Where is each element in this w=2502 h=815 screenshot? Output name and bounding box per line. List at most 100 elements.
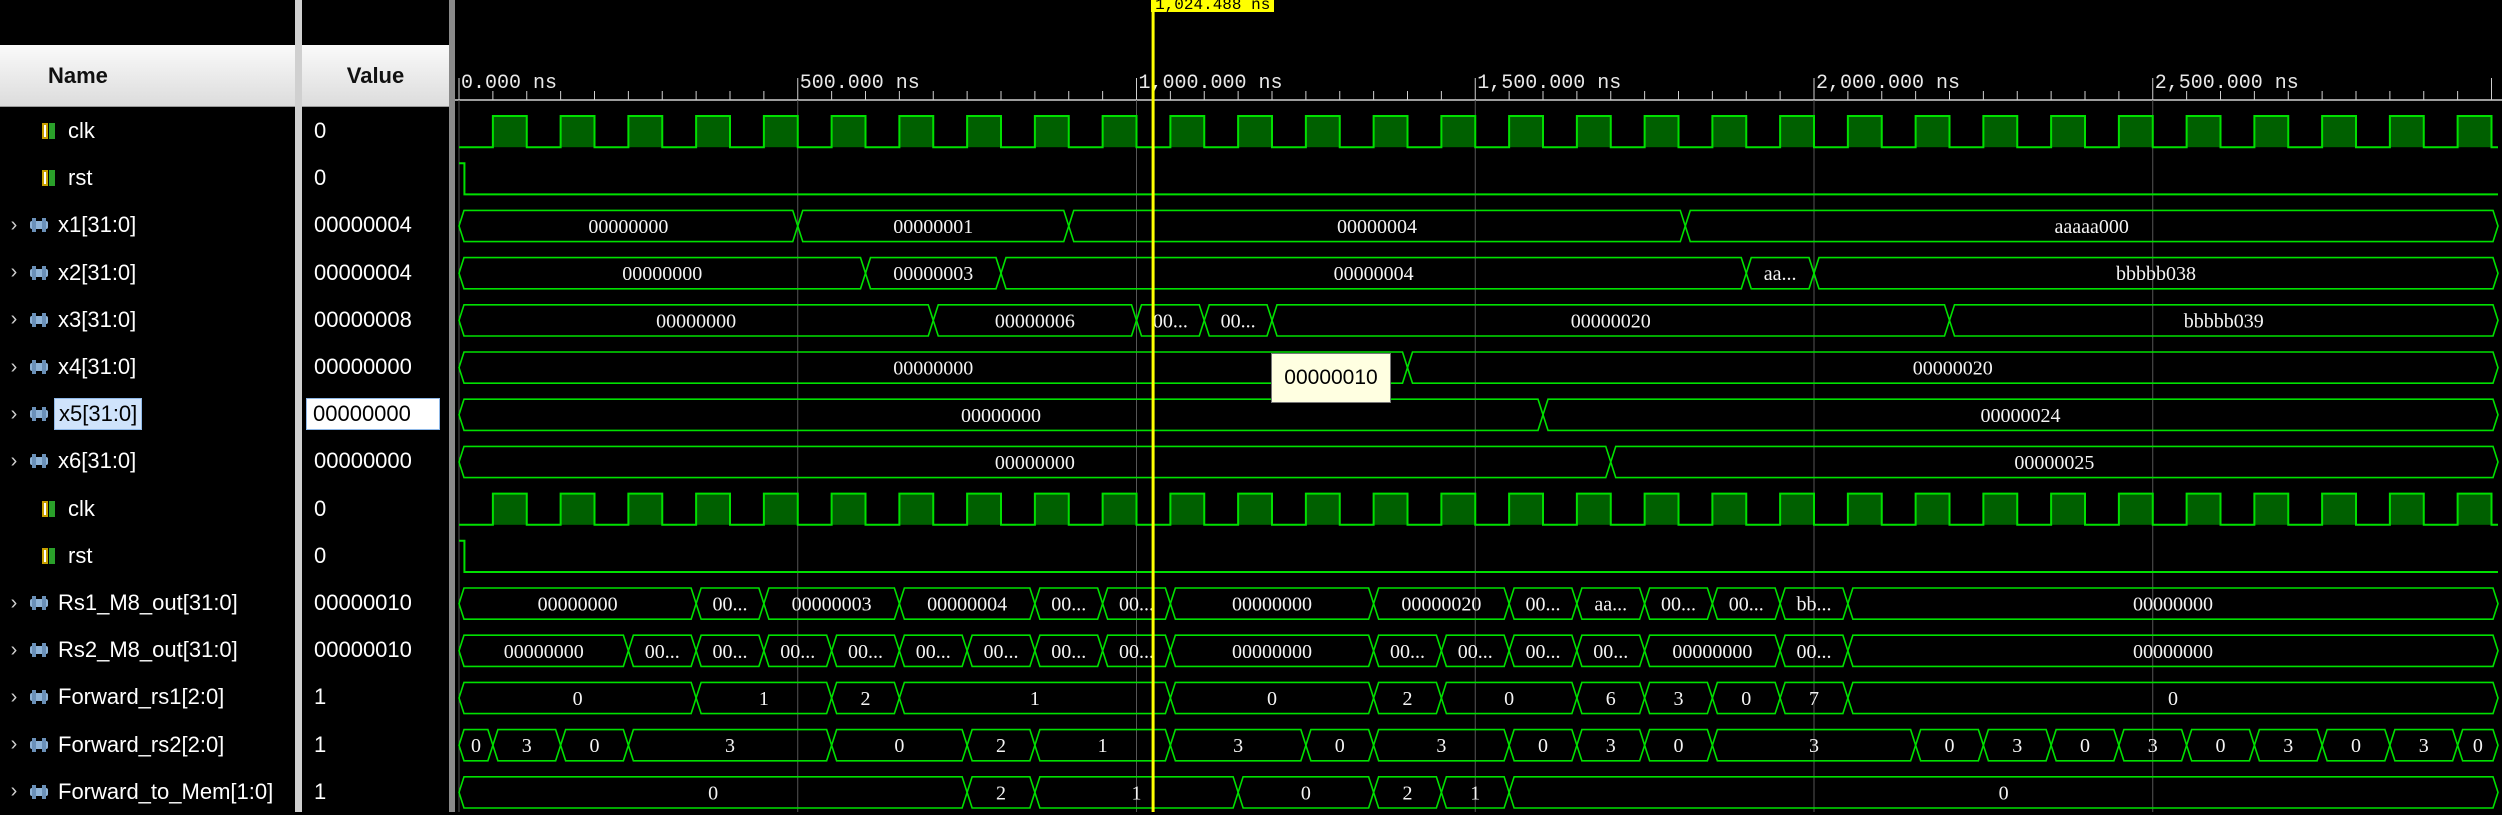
bus-segment-value: 00... [713, 594, 748, 616]
signal-name[interactable]: clk [64, 116, 99, 146]
value-row[interactable]: 00000004 [302, 202, 449, 248]
signal-row[interactable]: › x3[31:0] [0, 297, 295, 343]
signal-name[interactable]: clk [64, 494, 99, 524]
value-row[interactable]: 00000008 [302, 297, 449, 343]
expand-chevron-icon[interactable]: › [4, 592, 24, 615]
expand-chevron-icon[interactable]: › [4, 450, 24, 473]
waveform-row[interactable]: 00000000 00... 00000003 00000004 00... 00... 0… [458, 587, 2499, 620]
waveform-row[interactable]: 00000000 00000024 [458, 398, 2499, 432]
signal-name[interactable]: x6[31:0] [54, 446, 140, 476]
value-row[interactable]: 0 [302, 533, 449, 579]
bus-segment-value: 0 [590, 735, 600, 757]
value-row[interactable]: 00000000 [302, 344, 449, 390]
signal-row[interactable]: › Rs2_M8_out[31:0] [0, 627, 295, 673]
bus-segment-value: 00000000 [1232, 594, 1312, 616]
waveform-row[interactable]: 00000000 00000003 00000004 aa... bbbbb038 [458, 256, 2499, 290]
bus-segment-value: 00... [1661, 594, 1696, 616]
value-header-label: Value [346, 62, 405, 88]
waveform-area[interactable]: 0.000 ns 500.000 ns 1,000.000 ns 1,500.000 … [455, 0, 2502, 812]
expand-chevron-icon[interactable]: › [4, 686, 24, 709]
value-row[interactable]: 1 [302, 674, 449, 720]
waveform-row[interactable] [459, 539, 2498, 573]
signal-row[interactable]: › x6[31:0] [0, 438, 295, 484]
signal-name[interactable]: x3[31:0] [54, 305, 140, 335]
signal-row[interactable]: › x2[31:0] [0, 250, 295, 296]
waveform-row[interactable]: 00000000 00000020 [458, 351, 2499, 384]
value-row[interactable]: 00000010 [302, 627, 449, 673]
value-row[interactable]: 00000000 [302, 391, 449, 437]
expand-chevron-icon[interactable]: › [4, 214, 24, 237]
clock-high-pulse [1305, 493, 1340, 525]
value-column-header[interactable]: Value [302, 45, 449, 107]
signal-name[interactable]: Rs2_M8_out[31:0] [54, 635, 242, 665]
signal-row[interactable]: › Rs1_M8_out[31:0] [0, 580, 295, 626]
expand-chevron-icon[interactable]: › [4, 639, 24, 662]
signal-row[interactable]: rst [0, 533, 295, 579]
waveform-row[interactable]: 00000000 00000025 [458, 445, 2499, 479]
expand-chevron-icon[interactable]: › [4, 780, 24, 803]
clock-high-pulse [2389, 493, 2424, 525]
clock-high-pulse [2186, 116, 2221, 148]
signal-name[interactable]: Rs1_M8_out[31:0] [54, 588, 242, 618]
waveform-row[interactable] [459, 115, 2498, 149]
expand-chevron-icon[interactable]: › [4, 261, 24, 284]
bus-segment-value: 0 [1267, 688, 1277, 710]
signal-row[interactable]: › x5[31:0] [0, 391, 295, 437]
name-column-header[interactable]: Name [0, 45, 295, 107]
cursor-time-label[interactable]: 1,024.488 ns [1151, 0, 1275, 12]
signal-name[interactable]: x1[31:0] [54, 210, 140, 240]
signal-row[interactable]: › x1[31:0] [0, 202, 295, 248]
signal-name[interactable]: x5[31:0] [54, 398, 143, 431]
signal-name[interactable]: rst [64, 541, 96, 571]
bus-segment-value: 00000004 [927, 594, 1007, 616]
signal-name[interactable]: rst [64, 163, 96, 193]
value-row[interactable]: 0 [302, 155, 449, 201]
bus-segment-value: bb... [1797, 594, 1832, 616]
value-row[interactable]: 00000010 [302, 580, 449, 626]
signal-name[interactable]: Forward_rs2[2:0] [54, 730, 228, 760]
signal-value: 00000008 [314, 306, 412, 332]
signal-name[interactable]: x2[31:0] [54, 258, 140, 288]
signal-name[interactable]: Forward_rs1[2:0] [54, 682, 228, 712]
waveform-row[interactable]: 0 3 0 3 0 2 1 3 0 3 0 3 0 3 0 3 0 3 0 3 0 3 0 [458, 728, 2499, 762]
bus-segment-value: 3 [1233, 735, 1243, 757]
signal-row[interactable]: › Forward_to_Mem[1:0] [0, 769, 295, 815]
column-splitter[interactable] [295, 0, 302, 812]
signal-row[interactable]: clk [0, 486, 295, 532]
signal-name[interactable]: Forward_to_Mem[1:0] [54, 777, 277, 807]
waveform-row[interactable]: 0 1 2 1 0 2 0 6 3 0 7 0 [458, 681, 2499, 715]
signal-row[interactable]: rst [0, 155, 295, 201]
bus-segment-value: 00000020 [1401, 594, 1481, 616]
bus-signal-icon [28, 638, 50, 662]
signal-row[interactable]: › Forward_rs2[2:0] [0, 722, 295, 768]
waveform-row[interactable] [459, 492, 2498, 526]
waveform-row[interactable]: 0 2 1 0 2 1 0 [458, 776, 2499, 809]
signal-row[interactable]: › Forward_rs1[2:0] [0, 674, 295, 720]
clock-high-pulse [1305, 116, 1340, 148]
value-row[interactable]: 00000004 [302, 250, 449, 296]
value-row[interactable]: 00000000 [302, 438, 449, 484]
signal-value: 00000000 [306, 398, 440, 431]
value-row[interactable]: 0 [302, 486, 449, 532]
value-row[interactable]: 1 [302, 769, 449, 815]
clock-signal-icon [38, 544, 60, 568]
waveform-row[interactable] [459, 162, 2498, 196]
waveform-row[interactable]: 00000000 00000006 00... 00... 00000020 bbbbb0… [458, 304, 2499, 337]
value-row[interactable]: 1 [302, 722, 449, 768]
clock-high-pulse [2254, 493, 2289, 525]
signal-row[interactable]: clk [0, 108, 295, 154]
expand-chevron-icon[interactable]: › [4, 356, 24, 379]
waveform-row[interactable]: 00000000 00... 00... 00... 00... 00... 00... 00… [458, 634, 2499, 668]
bus-segment-value: 0 [2351, 735, 2361, 757]
expand-chevron-icon[interactable]: › [4, 308, 24, 331]
bus-segment-value: 1 [1470, 782, 1480, 804]
expand-chevron-icon[interactable]: › [4, 733, 24, 756]
time-ruler[interactable]: 0.000 ns 500.000 ns 1,000.000 ns 1,500.000 … [455, 72, 2502, 101]
waveform-canvas[interactable]: 0.000 ns 500.000 ns 1,000.000 ns 1,500.000 … [455, 0, 2502, 812]
waveform-row[interactable]: 00000000 00000001 00000004 aaaaa000 [458, 209, 2499, 243]
signal-name[interactable]: x4[31:0] [54, 352, 140, 382]
bus-segment-value: 00... [1119, 594, 1154, 616]
value-row[interactable]: 0 [302, 108, 449, 154]
signal-row[interactable]: › x4[31:0] [0, 344, 295, 390]
expand-chevron-icon[interactable]: › [4, 403, 24, 426]
